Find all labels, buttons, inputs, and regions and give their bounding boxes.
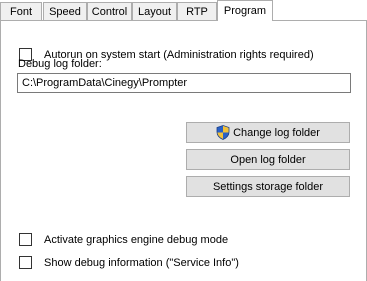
debug-log-folder-value: C:\ProgramData\Cinegy\Prompter [22,77,188,89]
graphics-debug-label: Activate graphics engine debug mode [44,233,229,246]
debug-log-folder-input[interactable]: C:\ProgramData\Cinegy\Prompter [17,73,351,93]
tab-strip: Font Speed Control Layout RTP Program [0,0,367,21]
tab-layout[interactable]: Layout [132,2,177,21]
tab-speed[interactable]: Speed [43,2,87,21]
graphics-debug-option[interactable]: Activate graphics engine debug mode [19,233,228,246]
service-info-option[interactable]: Show debug information ("Service Info") [19,256,239,269]
settings-storage-folder-label: Settings storage folder [212,180,324,193]
tab-font[interactable]: Font [0,2,42,21]
tab-program[interactable]: Program [217,0,273,21]
service-info-checkbox[interactable] [19,256,32,269]
tab-strip-divider [0,20,367,21]
service-info-label: Show debug information ("Service Info") [44,256,239,269]
uac-shield-icon [216,125,230,140]
change-log-folder-label: Change log folder [233,126,320,139]
tab-control[interactable]: Control [87,2,132,21]
debug-log-folder-label: Debug log folder: [18,58,102,70]
open-log-folder-button[interactable]: Open log folder [186,149,350,170]
open-log-folder-label: Open log folder [230,153,306,166]
change-log-folder-button[interactable]: Change log folder [186,122,350,143]
settings-storage-folder-button[interactable]: Settings storage folder [186,176,350,197]
tab-rtp[interactable]: RTP [177,2,217,21]
graphics-debug-checkbox[interactable] [19,233,32,246]
